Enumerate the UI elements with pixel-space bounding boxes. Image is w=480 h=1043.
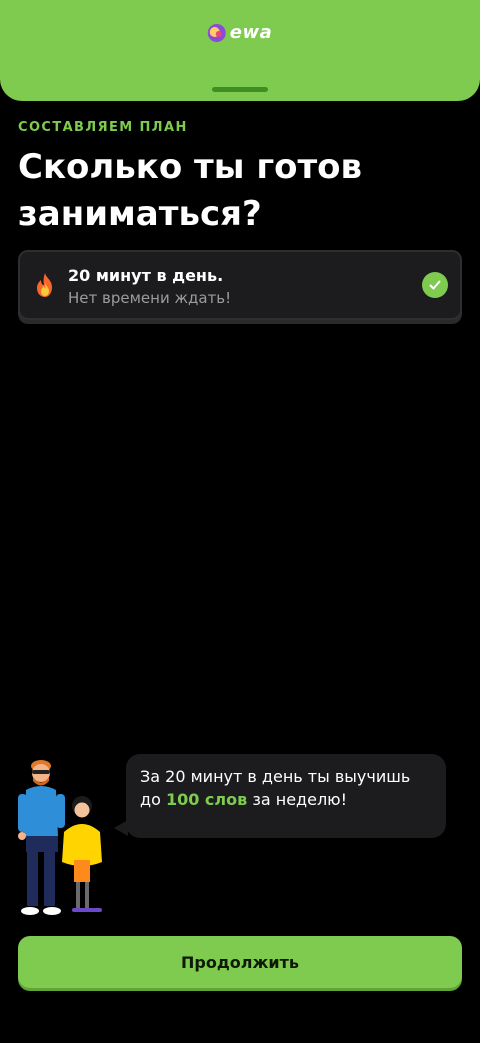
checkmark-icon xyxy=(422,272,448,298)
logo-text: ewa xyxy=(229,22,273,43)
option-title: 20 минут в день. xyxy=(68,266,224,285)
ewa-logo-icon xyxy=(207,23,226,42)
top-sheet: ewa xyxy=(0,0,480,101)
app-logo: ewa xyxy=(207,22,273,43)
option-card-20-min[interactable]: 20 минут в день. Нет времени ждать! xyxy=(18,250,462,320)
onboarding-screen: ewa СОСТАВЛЯЕМ ПЛАН Сколько ты готов зан… xyxy=(0,0,480,1043)
page-title: Сколько ты готов заниматься? xyxy=(18,147,363,234)
option-subtitle: Нет времени ждать! xyxy=(68,289,232,307)
continue-button[interactable]: Продолжить xyxy=(18,936,462,988)
tip-speech-bubble: За 20 минут в день ты выучишь до 100 сло… xyxy=(126,754,446,838)
fire-icon xyxy=(37,273,52,297)
sheet-grabber-handle[interactable] xyxy=(212,87,268,92)
man-and-girl-illustration xyxy=(18,760,102,915)
section-eyebrow: СОСТАВЛЯЕМ ПЛАН xyxy=(18,120,188,135)
tip-highlight: 100 слов xyxy=(165,790,248,809)
tip-text-after: за неделю! xyxy=(252,790,348,809)
